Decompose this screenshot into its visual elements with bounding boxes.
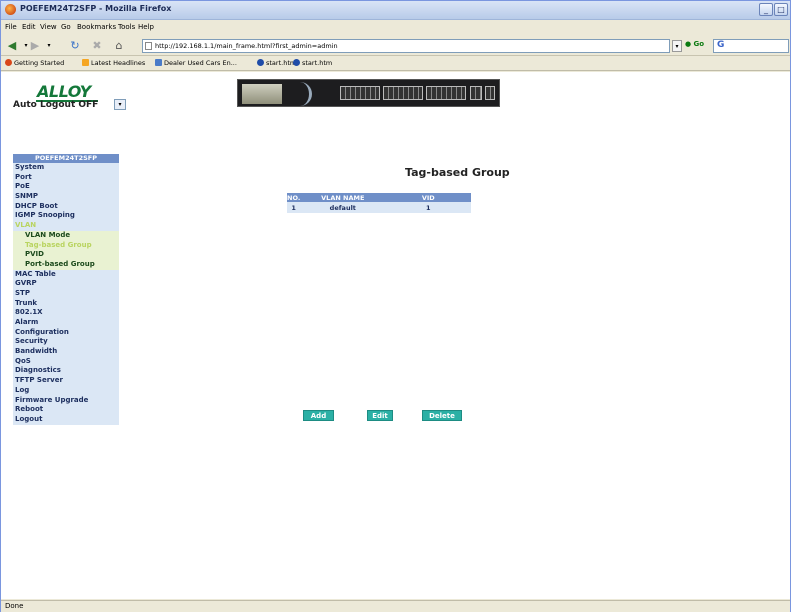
menu-file[interactable]: File — [5, 23, 17, 31]
bookmark-icon — [5, 59, 12, 66]
title-bar: POEFEM24T2SFP - Mozilla Firefox _ □ — [1, 1, 790, 20]
menu-tools[interactable]: Tools — [118, 23, 135, 31]
menu-go[interactable]: Go — [61, 23, 71, 31]
menu-bar: File Edit View Go Bookmarks Tools Help — [1, 21, 790, 35]
sfp-port-group — [470, 86, 482, 100]
sidebar-item-configuration[interactable]: Configuration — [13, 327, 119, 338]
back-icon[interactable]: ◀ — [5, 39, 19, 53]
sidebar-item-diagnostics[interactable]: Diagnostics — [13, 366, 119, 377]
sidebar-item-igmp-snooping[interactable]: IGMP Snooping — [13, 211, 119, 222]
sidebar-item-snmp[interactable]: SNMP — [13, 192, 119, 202]
port-group-2 — [383, 86, 423, 100]
table-row[interactable]: 1 default 1 — [287, 202, 472, 213]
globe-icon — [293, 59, 300, 66]
sidebar-item-gvrp[interactable]: GVRP — [13, 279, 119, 289]
rss-icon — [82, 59, 89, 66]
menu-edit[interactable]: Edit — [22, 23, 36, 31]
status-text: Done — [5, 602, 24, 610]
add-button[interactable]: Add — [303, 410, 334, 421]
menu-view[interactable]: View — [40, 23, 57, 31]
sidebar-subitem-tag-based-group[interactable]: Tag-based Group — [13, 240, 119, 251]
sidebar-item-system[interactable]: System — [13, 163, 119, 173]
edit-button[interactable]: Edit — [367, 410, 393, 421]
browser-window: POEFEM24T2SFP - Mozilla Firefox _ □ File… — [0, 0, 791, 612]
page-title: Tag-based Group — [405, 166, 510, 179]
switch-label-plate — [242, 84, 282, 104]
sidebar-item-reboot[interactable]: Reboot — [13, 405, 119, 415]
sidebar-item-mac-table[interactable]: MAC Table — [13, 269, 119, 280]
page-icon — [145, 42, 152, 50]
alloy-logo: ALLOY — [37, 82, 91, 101]
sidebar-item-dhcp-boot[interactable]: DHCP Boot — [13, 201, 119, 212]
bookmark-dealer-used-cars[interactable]: Dealer Used Cars En... — [155, 59, 237, 67]
vlan-table: NO. VLAN NAME VID 1 default 1 — [287, 193, 472, 213]
url-text: http://192.168.1.1/main_frame.html?first… — [155, 42, 338, 50]
sidebar-menu: POEFEM24T2SFP System Port PoE SNMP DHCP … — [13, 154, 119, 425]
cell-vlan-name: default — [300, 202, 386, 213]
go-label: Go — [693, 40, 705, 48]
sidebar-subitem-vlan-mode[interactable]: VLAN Mode — [13, 230, 119, 241]
sidebar-item-bandwidth[interactable]: Bandwidth — [13, 347, 119, 357]
sidebar-item-port[interactable]: Port — [13, 172, 119, 183]
navigation-toolbar: ◀ ▾ ▶ ▾ ↻ ✖ ⌂ http://192.168.1.1/main_fr… — [1, 36, 790, 56]
sidebar-title: POEFEM24T2SFP — [13, 154, 119, 163]
table-header-row: NO. VLAN NAME VID — [287, 193, 472, 202]
sidebar-item-alarm[interactable]: Alarm — [13, 318, 119, 328]
bookmark-latest-headlines[interactable]: Latest Headlines — [82, 59, 145, 67]
sidebar-item-log[interactable]: Log — [13, 385, 119, 396]
menu-help[interactable]: Help — [138, 23, 154, 31]
port-group-3 — [426, 86, 466, 100]
sidebar-item-tftp-server[interactable]: TFTP Server — [13, 376, 119, 386]
sidebar-item-vlan[interactable]: VLAN — [13, 221, 119, 231]
cell-vid: 1 — [385, 202, 472, 213]
sidebar-item-trunk[interactable]: Trunk — [13, 298, 119, 309]
auto-logout-dropdown[interactable]: ▾ — [114, 99, 126, 110]
port-group-1 — [340, 86, 380, 100]
switch-arc — [282, 82, 312, 106]
sidebar-item-security[interactable]: Security — [13, 337, 119, 348]
search-input[interactable]: G — [713, 39, 789, 53]
switch-device-image — [237, 79, 500, 107]
url-dropdown-icon[interactable]: ▾ — [672, 40, 682, 52]
home-icon[interactable]: ⌂ — [112, 39, 126, 53]
url-field[interactable]: http://192.168.1.1/main_frame.html?first… — [142, 39, 670, 53]
bookmark-start-1[interactable]: start.htm — [257, 59, 296, 67]
sidebar-subitem-pvid[interactable]: PVID — [13, 250, 119, 260]
forward-icon[interactable]: ▶ — [28, 39, 42, 53]
google-search-icon: G — [717, 40, 725, 50]
cell-no: 1 — [287, 202, 301, 213]
bookmarks-toolbar: Getting Started Latest Headlines Dealer … — [1, 57, 790, 71]
reload-icon[interactable]: ↻ — [68, 39, 82, 53]
page-icon — [155, 59, 162, 66]
sidebar-item-stp[interactable]: STP — [13, 288, 119, 299]
sidebar-item-poe[interactable]: PoE — [13, 182, 119, 193]
sidebar-subitem-port-based-group[interactable]: Port-based Group — [13, 259, 119, 270]
firefox-icon — [5, 4, 16, 15]
sidebar-item-firmware-upgrade[interactable]: Firmware Upgrade — [13, 395, 119, 406]
sidebar-item-802-1x[interactable]: 802.1X — [13, 308, 119, 318]
sidebar-item-logout[interactable]: Logout — [13, 414, 119, 425]
status-bar: Done — [1, 600, 790, 612]
auto-logout-label: Auto Logout OFF — [13, 100, 99, 110]
menu-bookmarks[interactable]: Bookmarks — [77, 23, 116, 31]
sidebar-item-qos[interactable]: QoS — [13, 356, 119, 367]
bookmark-start-2[interactable]: start.htm — [293, 59, 332, 67]
column-header-vid: VID — [385, 193, 472, 202]
go-button[interactable]: ● Go — [685, 40, 704, 48]
delete-button[interactable]: Delete — [422, 410, 462, 421]
console-port — [485, 86, 495, 100]
globe-icon — [257, 59, 264, 66]
column-header-no: NO. — [287, 193, 301, 202]
forward-dropdown-icon[interactable]: ▾ — [42, 39, 56, 53]
bookmark-getting-started[interactable]: Getting Started — [5, 59, 64, 67]
page-content: ALLOY Auto Logout OFF ▾ POEFEM24T2SFP Sy… — [1, 72, 790, 599]
stop-icon[interactable]: ✖ — [90, 39, 104, 53]
column-header-vlan-name: VLAN NAME — [300, 193, 386, 202]
window-title: POEFEM24T2SFP - Mozilla Firefox — [20, 4, 172, 13]
minimize-button[interactable]: _ — [759, 3, 773, 16]
maximize-button[interactable]: □ — [774, 3, 788, 16]
